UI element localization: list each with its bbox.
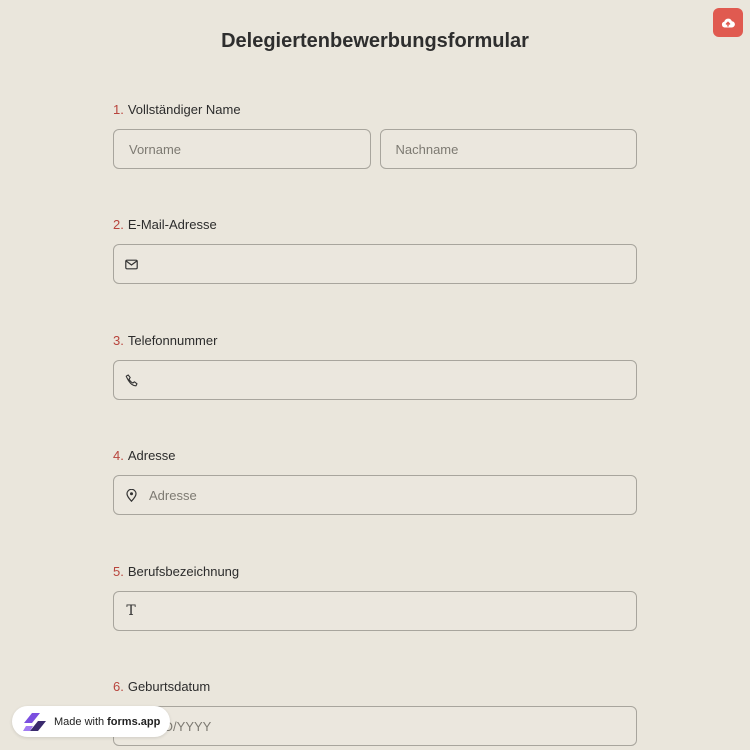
question-text: Vollständiger Name [127, 102, 241, 117]
question-text: Berufsbezeichnung [127, 564, 240, 579]
question-label: 1. Vollständiger Name [113, 101, 637, 119]
question-label: 3. Telefonnummer [113, 332, 637, 350]
address-placeholder: Adresse [149, 487, 197, 503]
badge-brand: forms.app [107, 715, 161, 728]
badge-prefix: Made with [54, 715, 105, 728]
question-text: E-Mail-Adresse [127, 217, 217, 232]
first-name-input[interactable]: Vorname [113, 129, 371, 169]
question-birthdate: 6. Geburtsdatum MM/DD/YYYY [113, 678, 637, 746]
location-pin-icon [124, 488, 138, 502]
form-title: Delegiertenbewerbungsformular [221, 30, 529, 52]
question-label: 4. Adresse [113, 447, 637, 465]
question-phone: 3. Telefonnummer [113, 332, 637, 400]
made-with-forms-app-badge[interactable]: Made with forms.app [12, 706, 170, 737]
phone-input[interactable] [113, 360, 637, 400]
question-number: 6. [113, 679, 124, 694]
question-label: 2. E-Mail-Adresse [113, 216, 637, 234]
text-t-icon: T [126, 603, 136, 619]
job-title-input[interactable]: T [113, 591, 637, 631]
question-text: Telefonnummer [127, 333, 218, 348]
mail-icon [124, 257, 138, 271]
last-name-placeholder: Nachname [395, 141, 459, 157]
question-number: 2. [113, 217, 124, 232]
question-number: 4. [113, 448, 124, 463]
question-number: 5. [113, 564, 124, 579]
forms-app-logo-icon [23, 712, 46, 731]
question-label: 6. Geburtsdatum [113, 678, 637, 696]
first-name-placeholder: Vorname [129, 141, 182, 157]
question-text: Adresse [127, 448, 176, 463]
question-address: 4. Adresse Adresse [113, 447, 637, 515]
question-label: 5. Berufsbezeichnung [113, 563, 637, 581]
question-number: 3. [113, 333, 124, 348]
question-email: 2. E-Mail-Adresse [113, 216, 637, 284]
phone-icon [124, 373, 138, 387]
last-name-input[interactable]: Nachname [379, 129, 637, 169]
birthdate-input[interactable]: MM/DD/YYYY [113, 706, 637, 746]
address-input[interactable]: Adresse [113, 475, 637, 515]
cloud-upload-icon [721, 18, 735, 28]
email-input[interactable] [113, 244, 637, 284]
question-number: 1. [113, 102, 124, 117]
form-page: Delegiertenbewerbungsformular 1. Vollstän… [0, 0, 750, 750]
question-text: Geburtsdatum [127, 679, 211, 694]
question-full-name: 1. Vollständiger Name Vorname Nachname [113, 101, 637, 169]
question-job-title: 5. Berufsbezeichnung T [113, 563, 637, 631]
